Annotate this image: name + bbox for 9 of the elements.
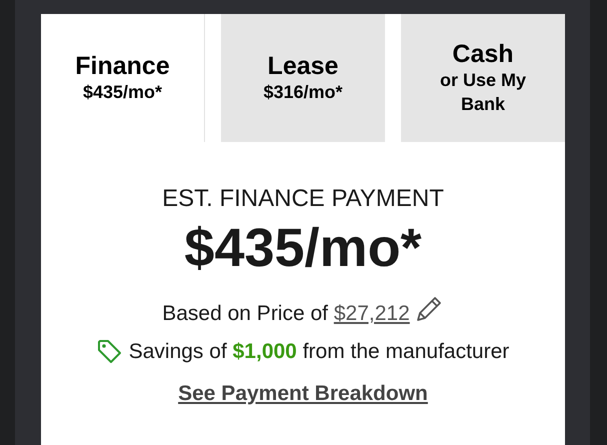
payment-breakdown-link[interactable]: See Payment Breakdown (178, 380, 428, 408)
payment-tab[interactable]: Cash or Use My Bank (401, 14, 565, 142)
tag-icon (96, 339, 123, 365)
price-link[interactable]: $27,212 (334, 302, 410, 325)
price-text: Based on Price of $27,212 (162, 301, 410, 327)
payment-heading: EST. FINANCE PAYMENT (162, 184, 444, 214)
payment-tab[interactable]: Lease $316/mo* (221, 14, 385, 142)
payment-amount: $435/mo* (184, 217, 422, 280)
savings-text: Savings of $1,000 from the manufacturer (128, 339, 510, 365)
